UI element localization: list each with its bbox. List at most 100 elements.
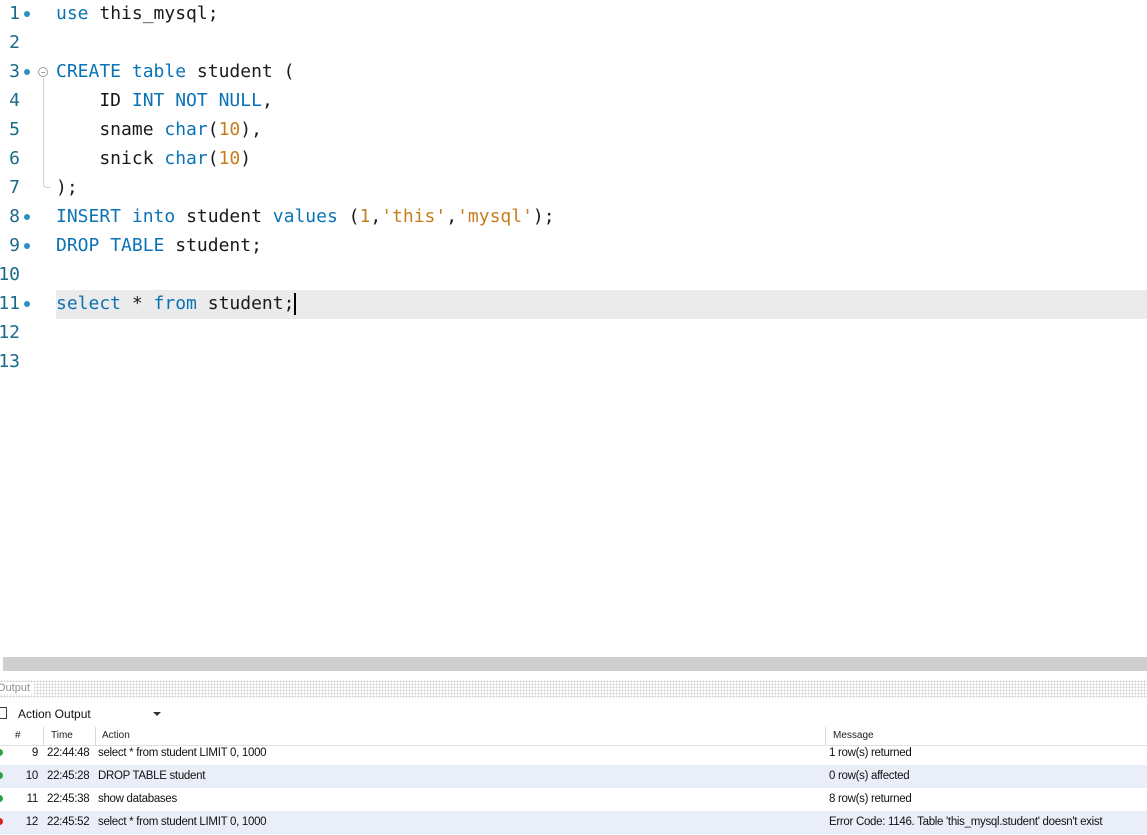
line-number: 4 (9, 90, 20, 111)
sql-text: * (121, 293, 154, 314)
sql-text: ( (337, 206, 360, 227)
sql-keyword: values (272, 206, 338, 227)
output-panel-title: Output (0, 682, 35, 694)
code-line[interactable]: 6 snick char(10) (0, 145, 1147, 174)
sql-keyword: NOT (175, 90, 208, 111)
success-status-icon (0, 795, 3, 802)
table-row[interactable]: 9 22:44:48 select * from student LIMIT 0, … (0, 742, 1147, 765)
line-number: 11 (0, 293, 20, 314)
code-line[interactable]: 7); (0, 174, 1147, 203)
cell-message: 0 row(s) affected (829, 770, 910, 782)
statement-marker-icon[interactable] (24, 243, 30, 249)
code-line[interactable]: 1 use this_mysql; (0, 0, 1147, 29)
code-text[interactable]: use this_mysql; (56, 3, 219, 25)
column-header-time[interactable]: Time (51, 730, 73, 741)
code-line[interactable]: 2 (0, 29, 1147, 58)
statement-marker-icon[interactable] (24, 11, 30, 17)
statement-marker-icon[interactable] (24, 214, 30, 220)
sql-text: ); (532, 206, 555, 227)
sql-text: ID (56, 90, 132, 111)
sql-keyword: use (56, 3, 89, 24)
sql-keyword: TABLE (110, 235, 165, 256)
sql-keyword: INT (131, 90, 165, 111)
sql-text: ( (207, 119, 219, 140)
code-line[interactable]: 9 DROP TABLE student; (0, 232, 1147, 261)
sql-text: ); (56, 177, 78, 198)
chevron-down-icon[interactable] (153, 712, 161, 716)
sql-text: this_mysql; (88, 3, 219, 24)
sql-text: ) (240, 148, 252, 169)
cell-num: 10 (25, 770, 39, 782)
line-number: 7 (9, 177, 20, 198)
table-row[interactable]: 12 22:45:52 select * from student LIMIT 0,… (0, 811, 1147, 834)
sql-keyword: INSERT (56, 206, 122, 227)
code-text[interactable]: sname char(10), (56, 119, 262, 141)
code-line[interactable]: 13 (0, 348, 1147, 377)
cell-time: 22:45:52 (47, 816, 90, 828)
code-line[interactable]: 10 (0, 261, 1147, 290)
line-number: 9 (9, 235, 20, 256)
column-header-action[interactable]: Action (102, 730, 130, 741)
cell-num: 9 (31, 747, 38, 759)
code-line[interactable]: 5 sname char(10), (0, 116, 1147, 145)
cell-message: 8 row(s) returned (829, 793, 912, 805)
sql-literal: 10 (218, 148, 241, 169)
cell-action: select * from student LIMIT 0, 1000 (98, 816, 267, 828)
sql-text: sname (56, 119, 165, 140)
success-status-icon (0, 749, 3, 756)
sql-keyword: CREATE (56, 61, 122, 82)
code-text[interactable]: ); (56, 177, 78, 199)
sql-keyword: table (131, 61, 187, 82)
sql-text: , (446, 206, 458, 227)
line-number: 12 (0, 322, 20, 343)
line-number: 6 (9, 148, 20, 169)
sql-text: student; (164, 235, 262, 256)
error-status-icon (0, 818, 3, 825)
sql-keyword: DROP (56, 235, 100, 256)
code-line[interactable]: 12 (0, 319, 1147, 348)
line-number: 8 (9, 206, 20, 227)
sql-text: , (261, 90, 273, 111)
code-text[interactable]: snick char(10) (56, 148, 251, 170)
code-line[interactable]: 3 CREATE table student ( (0, 58, 1147, 87)
code-text[interactable]: DROP TABLE student; (56, 235, 262, 257)
fold-toggle-icon[interactable] (38, 67, 48, 77)
sql-editor[interactable]: 1 use this_mysql; 2 3 CREATE table student (… (0, 0, 1147, 655)
cell-num: 12 (25, 816, 39, 828)
table-row[interactable]: 10 22:45:28 DROP TABLE student 0 row(s) aff… (0, 765, 1147, 788)
code-text[interactable]: select * from student; (56, 293, 297, 315)
code-line[interactable]: 11 select * from student; (0, 290, 1147, 319)
statement-marker-icon[interactable] (24, 301, 30, 307)
code-text[interactable]: INSERT into student values (1,'this','my… (56, 206, 555, 228)
sql-literal: 'mysql' (457, 206, 533, 227)
code-text[interactable]: ID INT NOT NULL, (56, 90, 273, 112)
code-text[interactable]: CREATE table student ( (56, 61, 294, 83)
cell-time: 22:45:28 (47, 770, 90, 782)
panel-splitter[interactable] (3, 657, 1147, 671)
sql-keyword: into (131, 206, 176, 227)
output-type-select[interactable]: Action Output (13, 705, 161, 723)
column-header-message[interactable]: Message (833, 730, 874, 741)
cell-time: 22:45:38 (47, 793, 90, 805)
table-row[interactable]: 11 22:45:38 show databases 8 row(s) returne… (0, 788, 1147, 811)
sql-text: ( (207, 148, 219, 169)
sql-keyword: select (56, 293, 122, 314)
cell-num: 11 (26, 793, 39, 805)
copy-icon[interactable] (0, 707, 7, 719)
statement-marker-icon[interactable] (24, 69, 30, 75)
cell-action: show databases (98, 793, 177, 805)
code-line[interactable]: 8 INSERT into student values (1,'this','m… (0, 203, 1147, 232)
sql-text: ), (240, 119, 262, 140)
action-output-table: # Time Action Message 9 22:44:48 select * … (0, 727, 1147, 835)
success-status-icon (0, 772, 3, 779)
sql-text: , (370, 206, 382, 227)
column-header-num[interactable]: # (15, 730, 21, 741)
line-number: 2 (9, 32, 20, 53)
code-line[interactable]: 4 ID INT NOT NULL, (0, 87, 1147, 116)
line-number: 1 (9, 3, 20, 24)
line-number: 13 (0, 351, 20, 372)
